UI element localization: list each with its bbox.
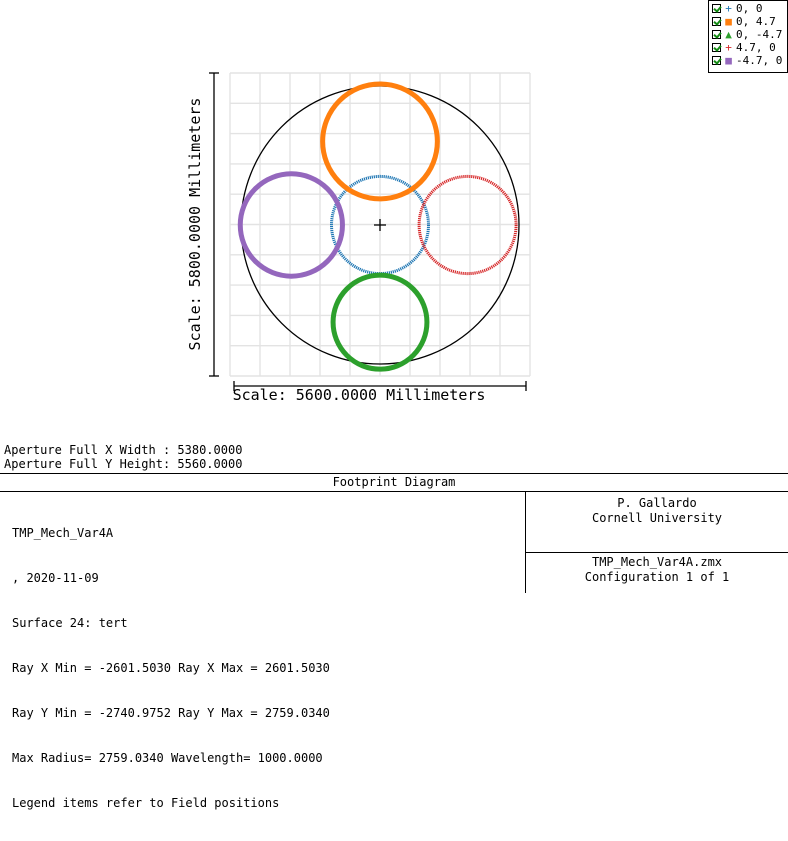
legend-item[interactable]: ■ -4.7, 0	[709, 54, 787, 67]
checkbox[interactable]	[712, 30, 721, 39]
plus-marker-icon: +	[725, 2, 732, 15]
author-block: P. Gallardo Cornell University	[526, 496, 788, 526]
legend-item[interactable]: + 4.7, 0	[709, 41, 787, 54]
file-block: TMP_Mech_Var4A.zmx Configuration 1 of 1	[526, 555, 788, 585]
info-line: TMP_Mech_Var4A	[12, 526, 114, 540]
aperture-y-height: Aperture Full Y Height: 5560.0000	[4, 457, 243, 471]
aperture-x-width: Aperture Full X Width : 5380.0000	[4, 443, 243, 457]
footprint-plot: Scale: 5800.0000 Millimeters Scale: 5600…	[186, 72, 531, 404]
center-crosshair	[374, 219, 386, 231]
legend-label: 0, 0	[736, 2, 763, 15]
file-name: TMP_Mech_Var4A.zmx	[591, 555, 723, 569]
info-line: Ray Y Min = -2740.9752 Ray Y Max = 2759.…	[12, 706, 330, 720]
legend-label: 0, -4.7	[736, 28, 783, 41]
legend-label: 0, 4.7	[736, 15, 776, 28]
plus-marker-icon: +	[725, 41, 732, 54]
x-scale-label: Scale: 5600.0000 Millimeters	[233, 386, 486, 404]
legend-item[interactable]: + 0, 0	[709, 2, 787, 15]
surface-info: TMP_Mech_Var4A , 2020-11-09 Surface 24: …	[12, 496, 330, 841]
info-line: , 2020-11-09	[12, 571, 99, 585]
author: P. Gallardo	[617, 496, 697, 510]
y-scale-bar	[209, 72, 219, 377]
legend-label: -4.7, 0	[736, 54, 783, 67]
checkbox[interactable]	[712, 17, 721, 26]
square-marker-icon: ■	[725, 15, 732, 28]
checkbox[interactable]	[712, 4, 721, 13]
legend-label: 4.7, 0	[736, 41, 776, 54]
divider	[526, 552, 788, 553]
info-line: Surface 24: tert	[12, 616, 128, 630]
legend-item[interactable]: ■ 0, 4.7	[709, 15, 787, 28]
organization: Cornell University	[591, 511, 723, 525]
info-line: Legend items refer to Field positions	[12, 796, 280, 810]
y-scale-label: Scale: 5800.0000 Millimeters	[186, 98, 204, 351]
legend: + 0, 0 ■ 0, 4.7 ▲ 0, -4.7 + 4.7, 0 ■ -4.…	[708, 0, 788, 73]
info-line: Ray X Min = -2601.5030 Ray X Max = 2601.…	[12, 661, 330, 675]
checkbox[interactable]	[712, 56, 721, 65]
square-marker-icon: ■	[725, 54, 732, 67]
diagram-title: Footprint Diagram	[0, 474, 788, 492]
legend-item[interactable]: ▲ 0, -4.7	[709, 28, 787, 41]
triangle-marker-icon: ▲	[725, 28, 732, 41]
checkbox[interactable]	[712, 43, 721, 52]
info-line: Max Radius= 2759.0340 Wavelength= 1000.0…	[12, 751, 323, 765]
info-panel: Footprint Diagram TMP_Mech_Var4A , 2020-…	[0, 473, 788, 810]
configuration: Configuration 1 of 1	[584, 570, 730, 584]
